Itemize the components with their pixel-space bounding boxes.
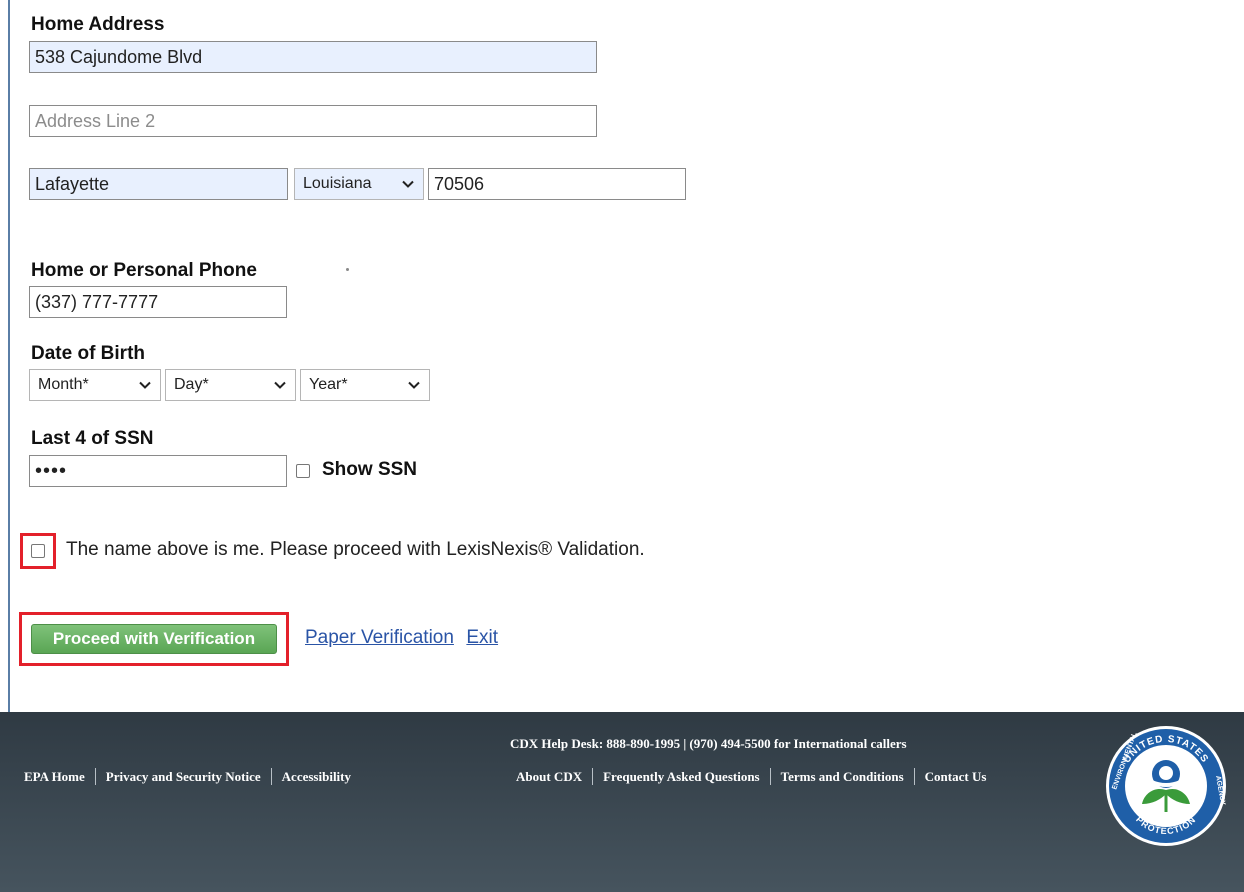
show-ssn-checkbox[interactable] [296,464,310,478]
footer-link-accessibility[interactable]: Accessibility [282,769,351,785]
proceed-verification-button[interactable]: Proceed with Verification [31,624,277,654]
site-footer: EPA Home Privacy and Security Notice Acc… [0,712,1244,892]
phone-input[interactable] [29,286,287,318]
footer-left-links: EPA Home Privacy and Security Notice Acc… [24,768,351,785]
footer-link-faq[interactable]: Frequently Asked Questions [603,769,760,785]
dob-label: Date of Birth [31,343,145,364]
address-line2-input[interactable] [29,105,597,137]
footer-link-epa-home[interactable]: EPA Home [24,769,85,785]
chevron-down-icon [274,381,286,389]
phone-label: Home or Personal Phone [31,260,257,281]
footer-link-privacy[interactable]: Privacy and Security Notice [106,769,261,785]
exit-link[interactable]: Exit [466,627,498,648]
footer-link-contact[interactable]: Contact Us [925,769,987,785]
footer-divider [592,768,594,785]
footer-link-about-cdx[interactable]: About CDX [516,769,582,785]
address-line1-input[interactable] [29,41,597,73]
home-address-label: Home Address [31,14,165,35]
state-select-value: Louisiana [303,175,372,192]
dob-day-select[interactable]: Day* [165,369,296,401]
dob-month-value: Month* [38,376,89,393]
dob-day-value: Day* [174,376,209,393]
consent-text: The name above is me. Please proceed wit… [66,539,645,560]
consent-checkbox[interactable] [31,544,45,558]
footer-right-links: About CDX Frequently Asked Questions Ter… [516,768,986,785]
zip-input[interactable] [428,168,686,200]
footer-link-terms[interactable]: Terms and Conditions [781,769,904,785]
footer-divider [769,768,771,785]
paper-verification-link[interactable]: Paper Verification [305,627,454,648]
dob-year-select[interactable]: Year* [300,369,430,401]
ssn-label: Last 4 of SSN [31,428,154,449]
stray-dot [346,268,349,271]
city-input[interactable] [29,168,288,200]
show-ssn-label: Show SSN [322,459,418,480]
footer-divider [913,768,915,785]
chevron-down-icon [402,180,414,188]
help-desk-text: CDX Help Desk: 888-890-1995 | (970) 494-… [510,736,907,751]
dob-month-select[interactable]: Month* [29,369,161,401]
state-select[interactable]: Louisiana [294,168,424,200]
footer-divider [94,768,96,785]
chevron-down-icon [408,381,420,389]
dob-year-value: Year* [309,376,348,393]
ssn-input[interactable] [29,455,287,487]
left-border-rule [8,0,10,712]
epa-seal-logo[interactable]: UNITED STATES PROTECTION ENVIRONMENTAL A… [1104,724,1228,848]
chevron-down-icon [139,381,151,389]
footer-divider [270,768,272,785]
